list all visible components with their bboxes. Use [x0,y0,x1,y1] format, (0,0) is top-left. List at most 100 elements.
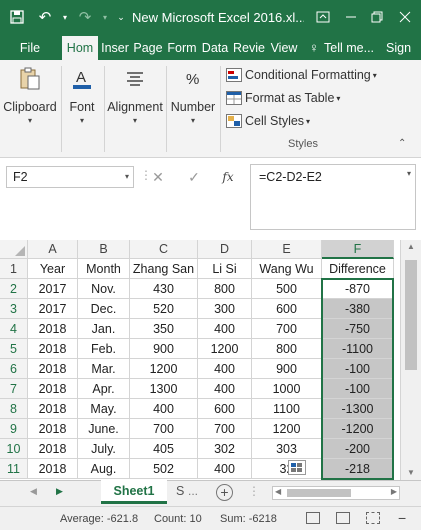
table-cell[interactable]: Nov. [78,279,130,299]
close-icon[interactable] [392,5,418,29]
table-cell[interactable]: -218 [322,459,394,479]
row-header-7[interactable]: 7 [0,379,28,399]
table-cell[interactable]: -200 [322,439,394,459]
table-cell[interactable]: 700 [252,319,322,339]
conditional-formatting-button[interactable]: Conditional Formatting ▾ [226,65,377,85]
table-cell[interactable]: 1200 [198,339,252,359]
save-icon[interactable] [6,6,28,28]
normal-view-icon[interactable] [306,512,320,524]
column-header-f[interactable]: F [322,240,394,259]
table-cell[interactable]: 400 [198,359,252,379]
table-cell[interactable]: 700 [130,419,198,439]
tab-formulas[interactable]: Form [166,36,198,60]
column-header-e[interactable]: E [252,240,322,259]
table-cell[interactable]: -750 [322,319,394,339]
sheet-tab-active[interactable]: Sheet1 [101,480,167,504]
select-all-corner[interactable] [0,240,28,259]
lightbulb-icon[interactable]: ♀ [308,36,320,60]
page-break-view-icon[interactable] [366,512,380,524]
table-cell[interactable]: 400 [198,319,252,339]
row-header-3[interactable]: 3 [0,299,28,319]
table-cell[interactable]: 400 [198,459,252,479]
table-cell[interactable]: 2017 [28,299,78,319]
table-cell[interactable]: 1300 [130,379,198,399]
column-header-b[interactable]: B [78,240,130,259]
table-cell[interactable]: June. [78,419,130,439]
undo-dropdown-icon[interactable]: ▾ [54,6,76,28]
table-cell[interactable]: 400 [130,399,198,419]
table-cell[interactable]: 1100 [252,399,322,419]
table-cell[interactable]: -870 [322,279,394,299]
table-cell[interactable]: 302 [198,439,252,459]
tell-me-search[interactable]: Tell me... [324,36,380,60]
customize-toolbar-icon[interactable]: ⌄ [110,6,132,28]
table-cell[interactable]: -100 [322,359,394,379]
table-cell[interactable]: 32 [252,459,322,479]
table-cell[interactable]: -100 [322,379,394,399]
name-box[interactable]: F2 ▾ [6,166,134,188]
row-header-9[interactable]: 9 [0,419,28,439]
next-sheet-icon[interactable]: ▶ [56,486,63,497]
collapse-ribbon-icon[interactable]: ⌃ [398,138,406,149]
table-cell[interactable]: 2018 [28,379,78,399]
header-cell[interactable]: Difference [322,259,394,279]
tab-view[interactable]: View [268,36,300,60]
minimize-icon[interactable] [338,5,364,29]
scroll-down-icon[interactable]: ▼ [401,468,421,477]
header-cell[interactable]: Li Si [198,259,252,279]
table-cell[interactable]: 700 [198,419,252,439]
alignment-group[interactable]: Alignment ▾ [105,60,165,138]
row-header-6[interactable]: 6 [0,359,28,379]
table-cell[interactable]: Dec. [78,299,130,319]
tab-review[interactable]: Revie [233,36,265,60]
formula-input[interactable]: =C2-D2-E2 ▾ [250,164,416,230]
table-cell[interactable]: Feb. [78,339,130,359]
table-cell[interactable]: 500 [252,279,322,299]
table-cell[interactable]: 350 [130,319,198,339]
table-cell[interactable]: 1200 [252,419,322,439]
table-cell[interactable]: Apr. [78,379,130,399]
row-header-11[interactable]: 11 [0,459,28,479]
table-cell[interactable]: 2017 [28,279,78,299]
table-cell[interactable]: 2018 [28,319,78,339]
quick-analysis-icon[interactable] [288,460,306,475]
table-cell[interactable]: -1100 [322,339,394,359]
clipboard-group[interactable]: Clipboard ▾ [0,60,60,138]
tab-file[interactable]: File [10,36,50,60]
number-group[interactable]: % Number ▾ [167,60,219,138]
horizontal-scrollbar[interactable]: ◀ ▶ [272,486,400,500]
tab-sign-in[interactable]: Sign [386,36,421,60]
table-cell[interactable]: 800 [252,339,322,359]
table-cell[interactable]: 520 [130,299,198,319]
table-cell[interactable]: 2018 [28,439,78,459]
header-cell[interactable]: Zhang San [130,259,198,279]
table-cell[interactable]: 1200 [130,359,198,379]
table-cell[interactable]: 400 [198,379,252,399]
tab-data[interactable]: Data [200,36,230,60]
page-layout-view-icon[interactable] [336,512,350,524]
column-header-a[interactable]: A [28,240,78,259]
table-cell[interactable]: Jan. [78,319,130,339]
zoom-out-icon[interactable]: − [398,510,406,526]
vertical-scrollbar[interactable]: ▲ ▼ [400,240,421,480]
sheet-tab-next[interactable]: S [176,484,184,498]
tab-home[interactable]: Hom [62,36,98,60]
add-sheet-button[interactable]: + [216,484,233,501]
scroll-thumb[interactable] [287,489,351,497]
undo-icon[interactable]: ↶ [34,6,56,28]
table-cell[interactable]: 430 [130,279,198,299]
table-cell[interactable]: 2018 [28,359,78,379]
scroll-thumb[interactable] [405,260,417,370]
table-cell[interactable]: 405 [130,439,198,459]
previous-sheet-icon[interactable]: ◀ [30,486,37,497]
table-cell[interactable]: 2018 [28,419,78,439]
row-header-8[interactable]: 8 [0,399,28,419]
table-cell[interactable]: 303 [252,439,322,459]
more-sheets-icon[interactable]: ... [188,484,198,498]
header-cell[interactable]: Month [78,259,130,279]
row-header-10[interactable]: 10 [0,439,28,459]
format-as-table-button[interactable]: Format as Table ▾ [226,88,340,108]
redo-icon[interactable]: ↷ [74,6,96,28]
header-cell[interactable]: Year [28,259,78,279]
row-header-5[interactable]: 5 [0,339,28,359]
